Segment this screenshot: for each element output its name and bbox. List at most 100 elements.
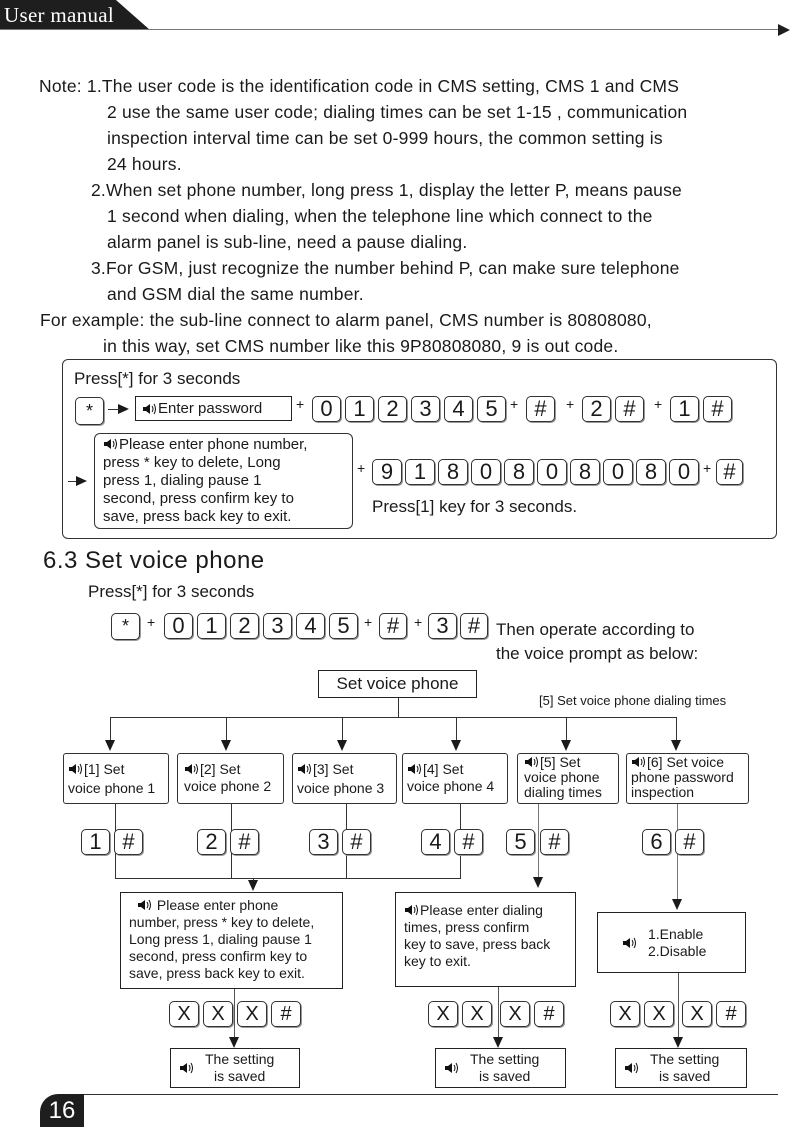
plus-sign: +	[364, 614, 373, 630]
connector	[456, 717, 457, 741]
key-x: X	[644, 1001, 674, 1027]
option-line: [4] Set	[423, 761, 464, 777]
key-digit: 8	[570, 459, 600, 485]
key-digit: 0	[164, 613, 193, 639]
prompt-line: Please enter phone	[156, 897, 279, 913]
note-line: 2.When set phone number, long press 1, d…	[91, 180, 682, 200]
prompt-enable-disable: 1.Enable 2.Disable	[597, 912, 746, 973]
then-text: Then operate according to	[496, 620, 695, 639]
key-hash: #	[526, 396, 555, 422]
note-line: 1 second when dialing, when the telephon…	[107, 206, 653, 226]
key-hash: #	[534, 1001, 564, 1027]
plus-sign: +	[414, 614, 423, 630]
press-star-label: Press[*] for 3 seconds	[88, 582, 255, 601]
key-hash: #	[716, 459, 743, 485]
flow-root: Set voice phone	[318, 670, 477, 698]
speaker-icon	[104, 438, 117, 450]
option-voice-phone-3: [3] Set voice phone 3	[292, 753, 397, 804]
key-hash: #	[114, 829, 143, 855]
note-line: and GSM dial the same number.	[107, 284, 364, 304]
page-number: 16	[40, 1094, 84, 1127]
connector	[110, 717, 111, 741]
connector	[676, 717, 677, 741]
key-hash: #	[716, 1001, 746, 1027]
option-line: [6] Set voice	[647, 754, 725, 770]
prompt-line: number, press * key to delete,	[129, 914, 315, 930]
key-digit: 3	[263, 613, 292, 639]
prompt-line: save, press back key to exit.	[103, 508, 292, 525]
speaker-icon	[180, 1062, 193, 1074]
option-line: [2] Set	[200, 761, 241, 777]
key-digit: 5	[329, 613, 358, 639]
plus-sign: +	[566, 396, 575, 412]
note-line: inspection interval time can be set 0-99…	[107, 128, 663, 148]
connector	[110, 717, 676, 718]
footer-rule	[84, 1094, 778, 1095]
prompt-dialing-times: Please enter dialing times, press confir…	[395, 892, 576, 987]
key-x: X	[203, 1001, 233, 1027]
prompt-line: press 1, dialing pause 1	[103, 472, 262, 489]
key-digit: 8	[438, 459, 468, 485]
key-digit: 0	[669, 459, 699, 485]
connector	[398, 698, 399, 717]
key-digit: 3	[411, 396, 440, 422]
arrow-down-icon	[451, 740, 461, 751]
speaker-icon	[445, 1062, 458, 1074]
option-voice-phone-2: [2] Set voice phone 2	[177, 753, 284, 804]
connector	[538, 804, 539, 878]
option-line: voice phone 2	[184, 778, 272, 794]
note-line: Note: 1.The user code is the identificat…	[39, 76, 680, 96]
prompt-line: Long press 1, dialing pause 1	[129, 931, 312, 947]
option-line: [1] Set	[84, 761, 125, 777]
option-enable: 1.Enable	[648, 925, 704, 942]
key-hash: #	[379, 613, 407, 639]
arrow-down-icon	[671, 740, 681, 751]
header-rule	[0, 29, 780, 30]
saved-box: The setting is saved	[170, 1048, 300, 1088]
key-hash: #	[342, 829, 371, 855]
key-digit: 9	[372, 459, 402, 485]
arrow-down-icon	[229, 1037, 239, 1048]
key-digit: 1	[81, 829, 110, 855]
speaker-icon	[525, 756, 538, 768]
saved-box: The setting is saved	[435, 1048, 566, 1088]
saved-line: is saved	[213, 1068, 266, 1084]
plus-sign: +	[703, 460, 712, 476]
prompt-line: times, press confirm	[404, 919, 530, 935]
speaker-icon	[138, 899, 151, 911]
section-title: 6.3 Set voice phone	[43, 547, 265, 574]
key-digit: 1	[405, 459, 435, 485]
option-password-inspection: [6] Set voice phone password inspection	[626, 753, 749, 804]
saved-line: The setting	[205, 1051, 275, 1067]
prompt-line: Please enter phone number,	[119, 436, 308, 453]
option-voice-phone-4: [4] Set voice phone 4	[402, 753, 508, 804]
speaker-icon	[69, 763, 82, 775]
header-arrow-icon	[778, 24, 790, 36]
press1-label: Press[1] key for 3 seconds.	[372, 497, 578, 516]
key-digit: 2	[378, 396, 407, 422]
key-hash: #	[703, 396, 732, 422]
prompt-phone-number: Please enter phone number, press * key t…	[120, 892, 343, 989]
phone-number-prompt: Please enter phone number, press * key t…	[94, 433, 353, 529]
arrow-down-icon	[561, 740, 571, 751]
key-digit: 0	[471, 459, 501, 485]
prompt-line: second, press confirm key to	[129, 948, 308, 964]
speaker-icon	[298, 763, 311, 775]
key-x: X	[237, 1001, 267, 1027]
arrow-down-icon	[221, 740, 231, 751]
key-digit: 0	[603, 459, 633, 485]
key-digit: 6	[642, 829, 671, 855]
prompt-line: second, press confirm key to	[103, 490, 294, 507]
speaker-icon	[623, 937, 636, 948]
saved-line: is saved	[658, 1068, 711, 1084]
saved-box: The setting is saved	[615, 1048, 747, 1088]
arrow-down-icon	[248, 880, 258, 891]
prompt-line: key to save, press back	[404, 936, 551, 952]
enter-password-label: Enter password	[158, 400, 263, 417]
connector	[678, 973, 679, 1045]
prompt-line: save, press back key to exit.	[129, 965, 305, 981]
key-x: X	[462, 1001, 492, 1027]
key-digit: 3	[428, 613, 457, 639]
option-line: [3] Set	[313, 761, 354, 777]
key-hash: #	[230, 829, 259, 855]
